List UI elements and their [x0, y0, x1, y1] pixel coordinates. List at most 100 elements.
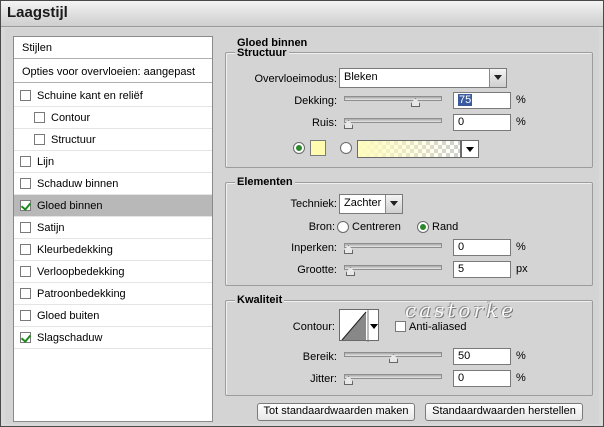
style-item-checkbox[interactable] — [34, 134, 45, 145]
contour-preview-icon — [341, 310, 378, 342]
choke-label: Inperken: — [291, 242, 337, 254]
style-item[interactable]: Gloed binnen — [14, 195, 212, 217]
style-item[interactable]: Contour — [14, 107, 212, 129]
style-item-label: Schuine kant en reliëf — [37, 89, 143, 102]
style-item-label: Contour — [51, 111, 91, 124]
size-label: Grootte: — [297, 264, 337, 276]
style-item[interactable]: Patroonbedekking — [14, 283, 212, 305]
opacity-slider[interactable] — [344, 94, 442, 108]
gradient-radio[interactable] — [340, 142, 352, 154]
noise-slider[interactable] — [344, 116, 442, 130]
opacity-input[interactable]: 75 — [453, 92, 511, 109]
noise-label: Ruis: — [311, 117, 337, 129]
style-item-label: Patroonbedekking — [37, 287, 126, 300]
range-input[interactable]: 50 — [453, 348, 511, 365]
choke-value: 0 — [458, 241, 465, 253]
choke-slider-track — [344, 243, 442, 248]
noise-value: 0 — [458, 116, 465, 128]
size-slider[interactable] — [344, 263, 442, 277]
quality-legend: Kwaliteit — [235, 294, 285, 306]
anti-aliased-checkbox[interactable] — [395, 321, 406, 332]
source-edge-label[interactable]: Rand — [432, 221, 458, 233]
style-item-checkbox[interactable] — [20, 266, 31, 277]
layer-style-dialog: Laagstijl Stijlen Opties voor overvloeie… — [0, 0, 604, 427]
chevron-down-icon — [385, 195, 402, 213]
solid-color-radio[interactable] — [293, 142, 305, 154]
source-center-radio[interactable] — [337, 221, 349, 233]
style-item-checkbox[interactable] — [20, 310, 31, 321]
style-item-label: Verloopbedekking — [37, 265, 125, 278]
style-item-label: Structuur — [51, 133, 96, 146]
size-slider-track — [344, 265, 442, 270]
style-item[interactable]: Schaduw binnen — [14, 173, 212, 195]
jitter-slider-track — [344, 374, 442, 379]
styles-list: Stijlen Opties voor overvloeien: aangepa… — [13, 36, 213, 422]
style-item-label: Satijn — [37, 221, 65, 234]
jitter-value: 0 — [458, 372, 465, 384]
chevron-down-icon — [489, 69, 506, 87]
choke-slider[interactable] — [344, 241, 442, 255]
noise-slider-track — [344, 118, 442, 123]
structure-legend: Structuur — [235, 47, 289, 59]
gradient-dropdown-icon[interactable] — [461, 140, 479, 158]
range-value: 50 — [458, 350, 471, 362]
style-item-checkbox[interactable] — [20, 332, 31, 343]
source-center-label[interactable]: Centreren — [352, 221, 401, 233]
style-item-checkbox[interactable] — [20, 288, 31, 299]
choke-unit: % — [516, 241, 526, 253]
size-value: 5 — [458, 263, 465, 275]
style-item-checkbox[interactable] — [20, 178, 31, 189]
style-item[interactable]: Verloopbedekking — [14, 261, 212, 283]
opacity-value: 75 — [458, 94, 473, 106]
jitter-slider[interactable] — [344, 372, 442, 386]
watermark-text: castorke — [405, 298, 516, 322]
style-item-checkbox[interactable] — [20, 90, 31, 101]
styles-header[interactable]: Stijlen — [14, 37, 212, 59]
choke-input[interactable]: 0 — [453, 239, 511, 256]
technique-value: Zachter — [344, 197, 382, 209]
dialog-body: Stijlen Opties voor overvloeien: aangepa… — [5, 28, 599, 424]
opacity-slider-track — [344, 96, 442, 101]
style-item-checkbox[interactable] — [34, 112, 45, 123]
style-item-label: Kleurbedekking — [37, 243, 113, 256]
source-edge-radio[interactable] — [417, 221, 429, 233]
size-input[interactable]: 5 — [453, 261, 511, 278]
jitter-unit: % — [516, 372, 526, 384]
blend-mode-select[interactable]: Bleken — [339, 68, 507, 88]
style-item-checkbox[interactable] — [20, 222, 31, 233]
blend-options-item[interactable]: Opties voor overvloeien: aangepast — [14, 61, 212, 83]
reset-default-button[interactable]: Standaardwaarden herstellen — [425, 403, 583, 421]
style-item[interactable]: Slagschaduw — [14, 327, 212, 349]
contour-picker[interactable] — [339, 309, 379, 342]
blend-options-label: Opties voor overvloeien: aangepast — [22, 65, 196, 78]
jitter-label: Jitter: — [310, 373, 337, 385]
range-label: Bereik: — [302, 351, 337, 363]
style-item-checkbox[interactable] — [20, 156, 31, 167]
range-slider[interactable] — [344, 350, 442, 364]
noise-unit: % — [516, 116, 526, 128]
jitter-input[interactable]: 0 — [453, 370, 511, 387]
gradient-preview[interactable] — [357, 140, 461, 158]
settings-panel: Gloed binnen Structuur Overvloeimodus: B… — [219, 36, 599, 422]
style-item[interactable]: Kleurbedekking — [14, 239, 212, 261]
blend-mode-value: Bleken — [344, 71, 378, 83]
style-item-label: Gloed buiten — [37, 309, 100, 322]
style-item-checkbox[interactable] — [20, 244, 31, 255]
style-item[interactable]: Structuur — [14, 129, 212, 151]
style-item-checkbox[interactable] — [20, 200, 31, 211]
styles-header-label: Stijlen — [22, 41, 52, 54]
technique-select[interactable]: Zachter — [339, 194, 403, 214]
style-item[interactable]: Schuine kant en reliëf — [14, 85, 212, 107]
style-item[interactable]: Lijn — [14, 151, 212, 173]
noise-input[interactable]: 0 — [453, 114, 511, 131]
style-item[interactable]: Satijn — [14, 217, 212, 239]
title-bar[interactable]: Laagstijl — [1, 1, 603, 27]
size-unit: px — [516, 263, 528, 275]
style-item-label: Slagschaduw — [37, 331, 103, 344]
glow-color-swatch[interactable] — [310, 140, 326, 156]
make-default-button[interactable]: Tot standaardwaarden maken — [257, 403, 415, 421]
opacity-unit: % — [516, 94, 526, 106]
style-item[interactable]: Gloed buiten — [14, 305, 212, 327]
anti-aliased-label[interactable]: Anti-aliased — [409, 321, 466, 333]
range-unit: % — [516, 350, 526, 362]
